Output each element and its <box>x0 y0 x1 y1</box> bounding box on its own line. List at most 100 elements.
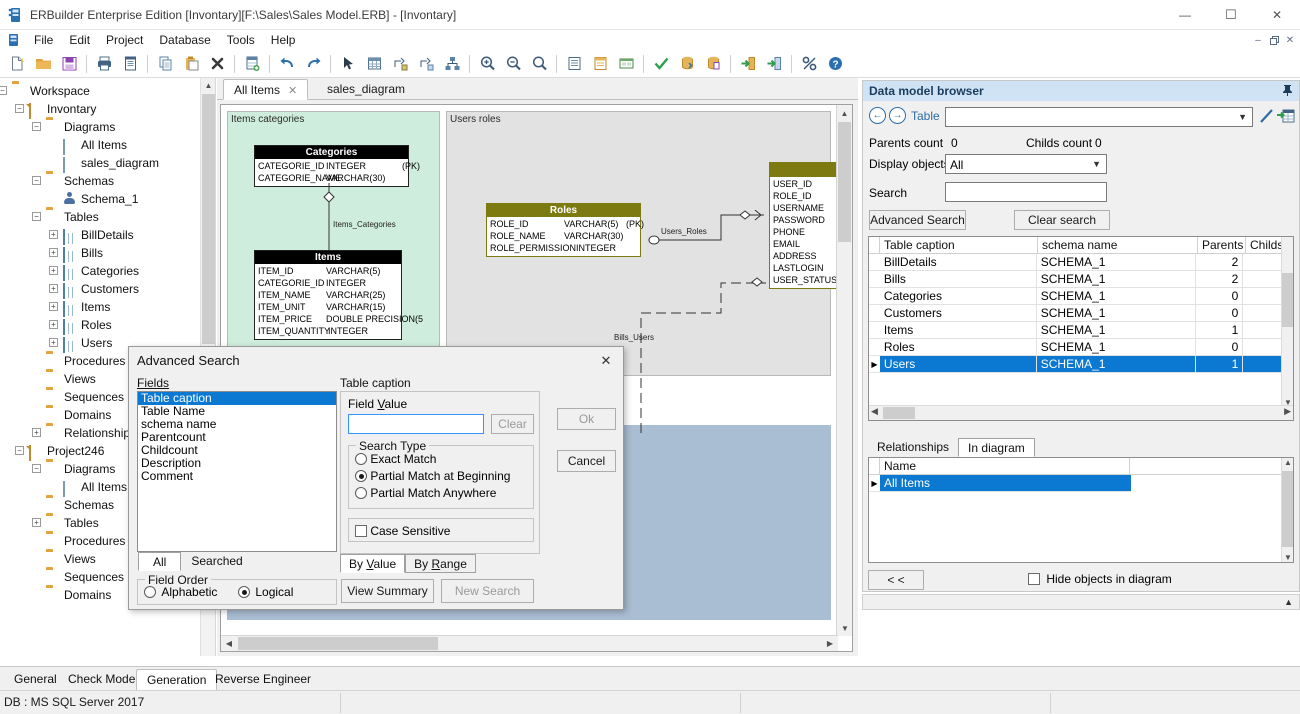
tree-expand-icon[interactable]: + <box>49 302 58 311</box>
menu-item-tools[interactable]: Tools <box>219 31 263 49</box>
export-icon[interactable] <box>762 52 786 76</box>
chevron-up-icon[interactable]: ▲ <box>1284 597 1293 607</box>
help-icon[interactable]: ? <box>823 52 847 76</box>
radio-logical[interactable] <box>238 586 250 598</box>
tree-collapse-icon[interactable]: − <box>0 86 7 95</box>
mdi-restore-button[interactable] <box>1266 32 1282 48</box>
hide-objects-checkbox[interactable] <box>1028 573 1040 585</box>
tab-relationships[interactable]: Relationships <box>868 438 958 457</box>
tree-expand-icon[interactable]: + <box>49 230 58 239</box>
label-icon[interactable] <box>614 52 638 76</box>
redo-icon[interactable] <box>301 52 325 76</box>
zoom-reset-icon[interactable] <box>527 52 551 76</box>
dmb-grid-scroll-left-arrow[interactable]: ◀ <box>871 406 878 417</box>
collapse-panel-button[interactable]: < < <box>868 570 924 590</box>
tree-item-invontary[interactable]: − Invontary <box>0 100 200 119</box>
dmb-subgrid-scroll-up-arrow[interactable]: ▲ <box>1282 458 1293 467</box>
tree-item-billdetails[interactable]: + BillDetails <box>0 226 200 245</box>
copy-icon[interactable] <box>153 52 177 76</box>
dmb-nav-forward-button[interactable]: → <box>889 107 906 124</box>
tree-expand-icon[interactable]: + <box>49 338 58 347</box>
save-icon[interactable] <box>57 52 81 76</box>
generate-report-icon[interactable] <box>701 52 725 76</box>
print-icon[interactable] <box>92 52 116 76</box>
tree-collapse-icon[interactable]: − <box>32 122 41 131</box>
tree-expand-icon[interactable]: + <box>49 266 58 275</box>
search-type-exact-option[interactable]: Exact Match <box>355 452 436 466</box>
search-type-partial-begin-option[interactable]: Partial Match at Beginning <box>355 469 510 483</box>
mdi-close-button[interactable]: ✕ <box>1282 32 1298 48</box>
tab-searched[interactable]: Searched <box>181 552 252 571</box>
menu-item-file[interactable]: File <box>26 31 61 49</box>
canvas-hscroll-thumb[interactable] <box>238 637 438 650</box>
tree-scroll-up-arrow[interactable]: ▲ <box>201 78 215 93</box>
pin-icon[interactable] <box>1282 84 1293 99</box>
canvas-horizontal-scrollbar[interactable]: ◀ ▶ <box>221 635 838 651</box>
advanced-search-button[interactable]: Advanced Search <box>869 210 966 230</box>
radio-alphabetic[interactable] <box>144 586 156 598</box>
relation-2-icon[interactable] <box>414 52 438 76</box>
tab-check-model[interactable]: Check Model <box>58 669 148 691</box>
tab-in-diagram[interactable]: In diagram <box>958 438 1035 457</box>
tab-by-value[interactable]: By Value <box>340 554 406 573</box>
subgrid-col-name[interactable]: Name <box>880 458 1130 474</box>
cancel-button[interactable]: Cancel <box>557 450 616 472</box>
dmb-grid-vscrollbar[interactable]: ▼ <box>1281 237 1293 407</box>
tree-item-schema-1[interactable]: Schema_1 <box>0 190 200 208</box>
print-preview-icon[interactable] <box>118 52 142 76</box>
generate-script-icon[interactable] <box>675 52 699 76</box>
canvas-vertical-scrollbar[interactable]: ▲ ▼ <box>836 105 852 636</box>
canvas-vscroll-thumb[interactable] <box>838 122 851 242</box>
tree-collapse-icon[interactable]: − <box>32 176 41 185</box>
subgrid-row-all-items[interactable]: ▶ All Items <box>869 475 1131 492</box>
tree-item-all-items[interactable]: All Items <box>0 136 200 155</box>
menu-item-edit[interactable]: Edit <box>61 31 98 49</box>
grid-col-schema-name[interactable]: schema name <box>1038 237 1198 253</box>
tree-expand-icon[interactable]: + <box>32 518 41 527</box>
dmb-object-combo[interactable]: ▼ <box>945 107 1253 127</box>
pencil-icon[interactable] <box>1259 107 1275 127</box>
dmb-objects-grid[interactable]: Table caption schema name Parents Childs… <box>868 236 1294 421</box>
paste-icon[interactable] <box>179 52 203 76</box>
check-model-icon[interactable] <box>649 52 673 76</box>
tab-sales-diagram[interactable]: sales_diagram <box>317 79 415 100</box>
dmb-nav-back-button[interactable]: ← <box>869 107 886 124</box>
tree-item-bills[interactable]: + Bills <box>0 244 200 263</box>
field-order-alphabetic-option[interactable]: Alphabetic <box>144 585 217 599</box>
table-icon[interactable] <box>362 52 386 76</box>
radio-partial-match-anywhere[interactable] <box>355 487 367 499</box>
dmb-grid-hscrollbar[interactable]: ◀ ▶ <box>869 405 1293 420</box>
tree-collapse-icon[interactable]: − <box>15 104 24 113</box>
zoom-in-icon[interactable] <box>475 52 499 76</box>
pointer-icon[interactable] <box>336 52 360 76</box>
delete-icon[interactable] <box>205 52 229 76</box>
tree-expand-icon[interactable]: + <box>49 284 58 293</box>
field-value-input[interactable] <box>348 414 484 434</box>
case-sensitive-option[interactable]: Case Sensitive <box>355 524 450 538</box>
tab-all-items-close-icon[interactable]: ✕ <box>288 85 297 97</box>
grid-col-childs[interactable]: Childs <box>1246 237 1286 253</box>
table-row[interactable]: Customers SCHEMA_1 0 <box>869 305 1283 322</box>
dmb-subgrid-vscroll-thumb[interactable] <box>1282 471 1293 547</box>
settings-icon[interactable] <box>797 52 821 76</box>
inheritance-icon[interactable] <box>440 52 464 76</box>
canvas-scroll-left-arrow[interactable]: ◀ <box>221 636 237 651</box>
open-folder-icon[interactable] <box>31 52 55 76</box>
dmb-grid-scroll-right-arrow[interactable]: ▶ <box>1284 406 1291 417</box>
table-row[interactable]: Roles SCHEMA_1 0 <box>869 339 1283 356</box>
relation-1-icon[interactable] <box>388 52 412 76</box>
view-summary-button[interactable]: View Summary <box>341 579 434 603</box>
dmb-grid-vscroll-thumb[interactable] <box>1282 273 1293 327</box>
dialog-close-button[interactable]: ✕ <box>593 351 619 371</box>
tab-reverse-engineer[interactable]: Reverse Engineer <box>205 669 321 691</box>
tree-collapse-icon[interactable]: − <box>15 446 24 455</box>
tree-item-diagrams[interactable]: − Diagrams <box>0 118 200 136</box>
tab-by-range[interactable]: By Range <box>405 554 476 573</box>
radio-partial-match-beginning[interactable] <box>355 470 367 482</box>
menu-item-database[interactable]: Database <box>151 31 218 49</box>
tree-item-workspace[interactable]: − Workspace <box>0 82 200 100</box>
fields-listbox[interactable]: Table caption Table Name schema name Parent… <box>137 391 337 552</box>
tree-expand-icon[interactable]: + <box>49 320 58 329</box>
table-row[interactable]: BillDetails SCHEMA_1 2 <box>869 254 1283 271</box>
menu-item-project[interactable]: Project <box>98 31 151 49</box>
